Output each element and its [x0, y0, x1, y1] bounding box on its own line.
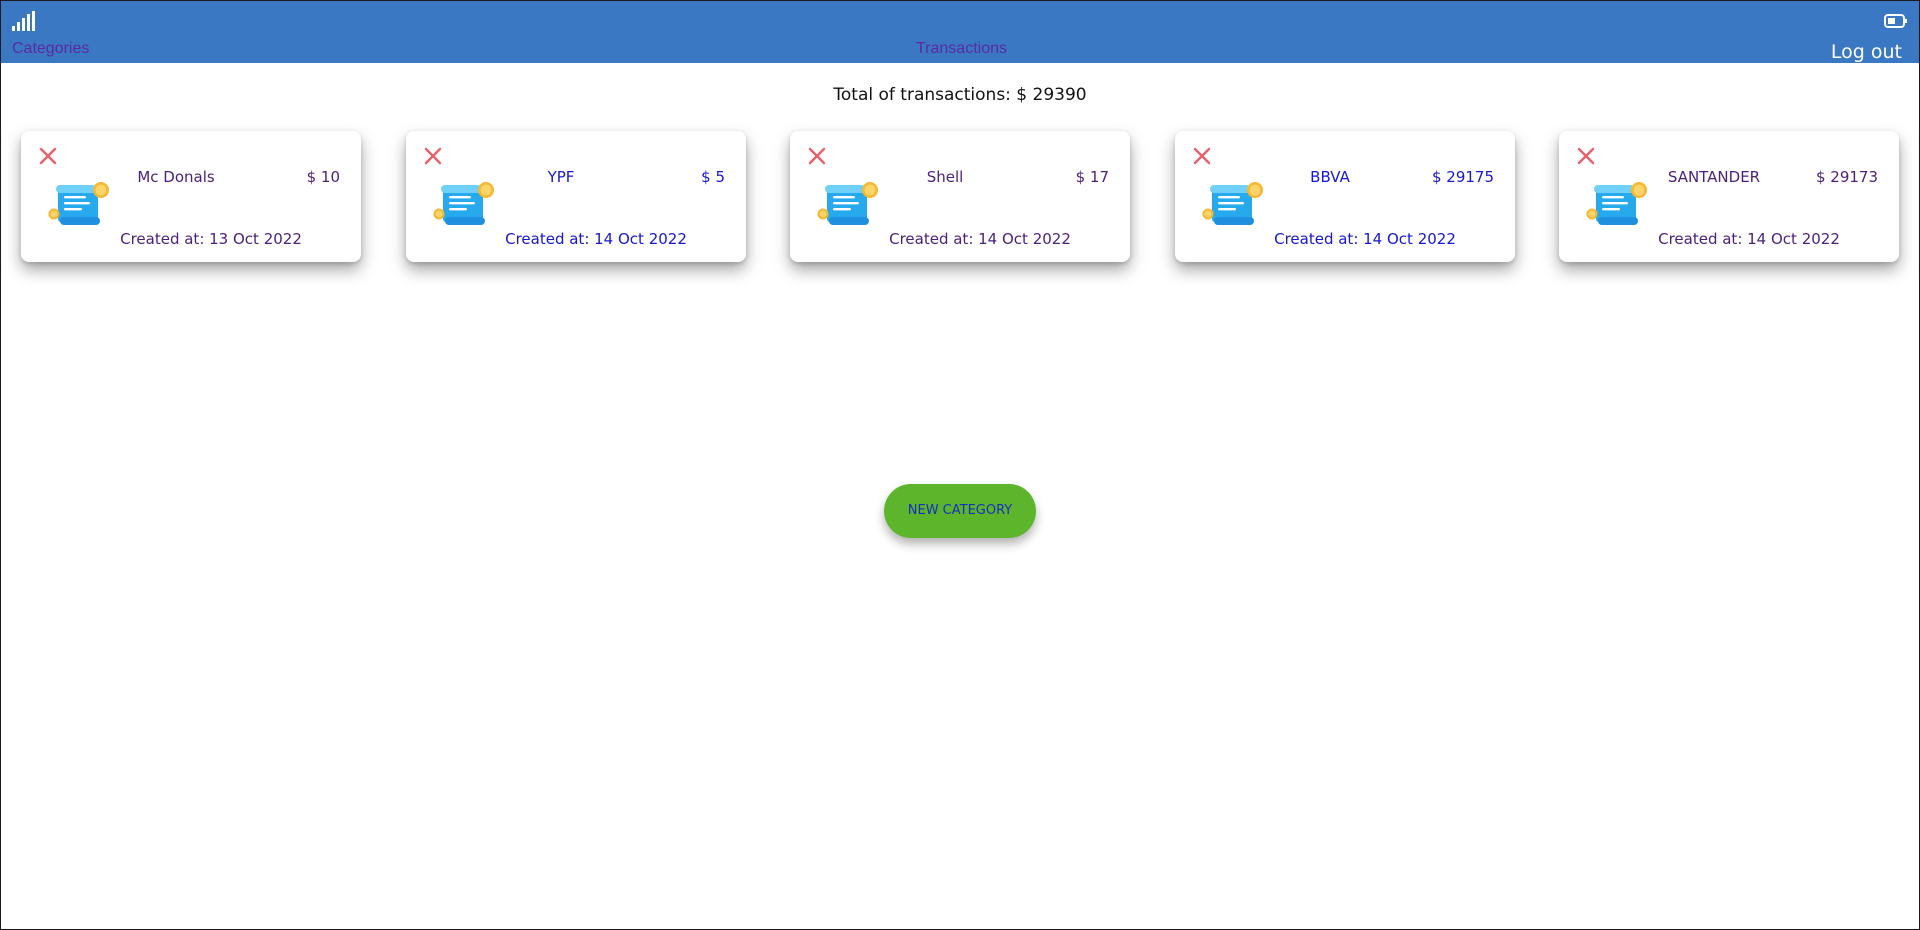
card-amount: $ 17 [1075, 168, 1109, 186]
card-amount: $ 10 [306, 168, 340, 186]
transaction-card: SANTANDER $ 29173 Created at: 14 Oct 202… [1559, 131, 1899, 262]
transactions-total: Total of transactions: $ 29390 [833, 85, 1087, 105]
close-icon[interactable] [1576, 146, 1596, 166]
transaction-card: BBVA $ 29175 Created at: 14 Oct 2022 [1175, 131, 1515, 262]
transaction-card: Mc Donals $ 10 Created at: 13 Oct 2022 [21, 131, 361, 262]
card-name: SANTANDER [1667, 168, 1761, 186]
nav-transactions-link[interactable]: Transactions [916, 39, 1007, 59]
card-amount: $ 29173 [1815, 168, 1878, 186]
receipt-icon [817, 182, 878, 225]
card-amount: $ 5 [701, 168, 725, 186]
card-created-date: Created at: 14 Oct 2022 [1658, 230, 1840, 248]
card-created-date: Created at: 14 Oct 2022 [889, 230, 1071, 248]
new-category-button[interactable]: NEW CATEGORY [884, 484, 1036, 538]
top-bar: Categories Transactions Log out [1, 1, 1919, 63]
card-name: YPF [547, 168, 575, 186]
close-icon[interactable] [807, 146, 827, 166]
nav-categories-link[interactable]: Categories [12, 39, 89, 59]
card-name: Shell [926, 168, 964, 186]
receipt-icon [1202, 182, 1263, 225]
signal-icon [12, 11, 35, 31]
close-icon[interactable] [38, 146, 58, 166]
close-icon[interactable] [1192, 146, 1212, 166]
logout-button[interactable]: Log out [1831, 40, 1902, 64]
transaction-card: Shell $ 17 Created at: 14 Oct 2022 [790, 131, 1130, 262]
card-name: Mc Donals [137, 168, 215, 186]
card-created-date: Created at: 14 Oct 2022 [505, 230, 687, 248]
receipt-icon [433, 182, 494, 225]
battery-icon [1884, 14, 1907, 28]
transaction-card: YPF $ 5 Created at: 14 Oct 2022 [406, 131, 746, 262]
card-created-date: Created at: 13 Oct 2022 [120, 230, 302, 248]
receipt-icon [48, 182, 109, 225]
receipt-icon [1586, 182, 1647, 225]
close-icon[interactable] [423, 146, 443, 166]
card-amount: $ 29175 [1431, 168, 1494, 186]
card-name: BBVA [1310, 168, 1350, 186]
transaction-card-list: Mc Donals $ 10 Created at: 13 Oct 2022 Y… [21, 131, 1900, 262]
card-created-date: Created at: 14 Oct 2022 [1274, 230, 1456, 248]
